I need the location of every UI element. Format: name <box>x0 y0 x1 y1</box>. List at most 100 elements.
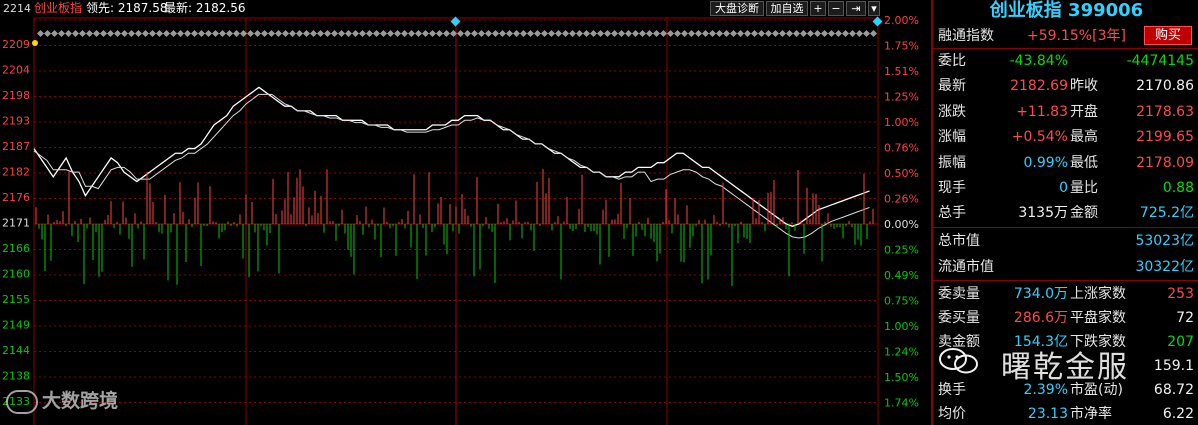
event-marker <box>260 29 269 38</box>
event-marker <box>540 29 549 38</box>
event-marker <box>687 29 696 38</box>
divider <box>933 280 1198 281</box>
event-marker <box>533 29 542 38</box>
field-value: -43.84% <box>1009 53 1068 69</box>
event-marker <box>113 29 122 38</box>
market-row: 委卖量 734.0万 上涨家数 253 <box>933 282 1198 306</box>
event-marker <box>176 29 185 38</box>
add-watchlist-button[interactable]: 加自选 <box>766 1 808 16</box>
event-marker <box>869 29 878 38</box>
event-marker <box>267 29 276 38</box>
event-marker <box>162 29 171 38</box>
field-value: 286.6万 <box>1013 310 1068 326</box>
left-axis-label: 2160 <box>2 268 30 281</box>
left-axis-label: 2209 <box>2 38 30 51</box>
index-name-label[interactable]: 创业板指 <box>34 0 82 17</box>
field-label: 平盘家数 <box>1070 310 1126 326</box>
lead-price-label: 领先: 2187.58 <box>86 1 168 15</box>
field-value: 0.99% <box>1023 154 1068 171</box>
event-marker <box>330 29 339 38</box>
event-marker <box>393 29 402 38</box>
field-label: 上涨家数 <box>1070 286 1126 302</box>
market-row: 委买量 286.6万 平盘家数 72 <box>933 306 1198 330</box>
right-axis-label: 0.76% <box>884 142 919 155</box>
event-marker <box>778 29 787 38</box>
quote-row: 最新 2182.69 昨收 2170.86 <box>933 74 1198 98</box>
event-marker <box>190 29 199 38</box>
buy-button[interactable]: 购买 <box>1144 26 1192 45</box>
event-marker <box>526 29 535 38</box>
right-axis-label: 1.51% <box>884 65 919 78</box>
left-axis-label: 2193 <box>2 115 30 128</box>
watermark-logo-icon <box>6 389 38 414</box>
quote-row: 振幅 0.99% 最低 2178.09 <box>933 151 1198 175</box>
intraday-chart-panel[interactable]: 2.00% 1.75% 1.51% 1.25% 1.00% 0.76% 0.50% 0.26%… <box>0 0 930 425</box>
event-marker <box>498 29 507 38</box>
event-marker <box>344 29 353 38</box>
event-marker <box>414 29 423 38</box>
event-marker <box>253 29 262 38</box>
event-marker <box>288 29 297 38</box>
move-right-button[interactable]: ⇥ <box>846 1 866 16</box>
left-axis-label: 2155 <box>2 293 30 306</box>
market-cap-label: 总市值 <box>938 233 980 249</box>
event-marker <box>204 29 213 38</box>
intraday-chart[interactable]: 2.00%1.75%1.51%1.25%1.00%0.76%0.50%0.26%… <box>0 0 930 425</box>
event-marker <box>295 29 304 38</box>
event-marker <box>610 29 619 38</box>
event-marker <box>729 29 738 38</box>
field-value: 253 <box>1167 286 1194 302</box>
event-marker <box>596 29 605 38</box>
watermark-left: 大数跨境 <box>6 386 118 414</box>
event-marker <box>484 29 493 38</box>
event-marker <box>477 29 486 38</box>
right-axis-label: 0.26% <box>884 193 919 206</box>
dropdown-button[interactable]: ▾ <box>868 1 880 16</box>
event-marker <box>512 29 521 38</box>
field-value: 68.72 <box>1153 382 1194 398</box>
rongtong-row: 融通指数 +59.15%[3年] 购买 <box>933 24 1198 48</box>
right-axis-label: 1.24% <box>884 346 919 359</box>
event-marker <box>379 29 388 38</box>
event-marker <box>631 29 640 38</box>
event-marker <box>71 29 80 38</box>
event-marker <box>463 29 472 38</box>
left-axis-label: 2138 <box>2 370 30 383</box>
event-marker <box>246 29 255 38</box>
event-marker <box>337 29 346 38</box>
right-axis-label: 0.49% <box>884 269 919 282</box>
event-marker <box>575 29 584 38</box>
event-marker <box>85 29 94 38</box>
zoom-in-button[interactable]: + <box>810 1 826 16</box>
field-value: 2170.86 <box>1136 78 1194 95</box>
left-axis-label: 2166 <box>2 242 30 255</box>
market-diagnosis-button[interactable]: 大盘诊断 <box>710 1 764 16</box>
rongtong-value: +59.15%[3年] <box>1027 28 1126 44</box>
left-axis-label: 2204 <box>2 64 30 77</box>
event-marker <box>757 29 766 38</box>
event-marker <box>645 29 654 38</box>
event-marker <box>785 29 794 38</box>
event-marker <box>624 29 633 38</box>
event-marker <box>372 29 381 38</box>
right-axis-label: 1.50% <box>884 371 919 384</box>
event-marker <box>820 29 829 38</box>
event-marker <box>841 29 850 38</box>
quote-row: 总手 3135万 金额 725.2亿 <box>933 201 1198 225</box>
event-marker <box>491 29 500 38</box>
left-axis-label: 2144 <box>2 344 30 357</box>
field-label: 市净率 <box>1070 406 1112 422</box>
event-marker <box>435 29 444 38</box>
right-axis-label: 1.25% <box>884 91 919 104</box>
event-marker <box>407 29 416 38</box>
market-row: 均价 23.13 市净率 6.22 <box>933 402 1198 425</box>
field-value: 207 <box>1167 334 1194 350</box>
zoom-out-button[interactable]: − <box>828 1 844 16</box>
field-label: 均价 <box>938 406 966 422</box>
event-marker <box>708 29 717 38</box>
event-marker <box>281 29 290 38</box>
event-marker <box>743 29 752 38</box>
right-axis-label: 1.00% <box>884 320 919 333</box>
event-marker <box>673 29 682 38</box>
first-price-label: 2214 <box>3 2 31 15</box>
